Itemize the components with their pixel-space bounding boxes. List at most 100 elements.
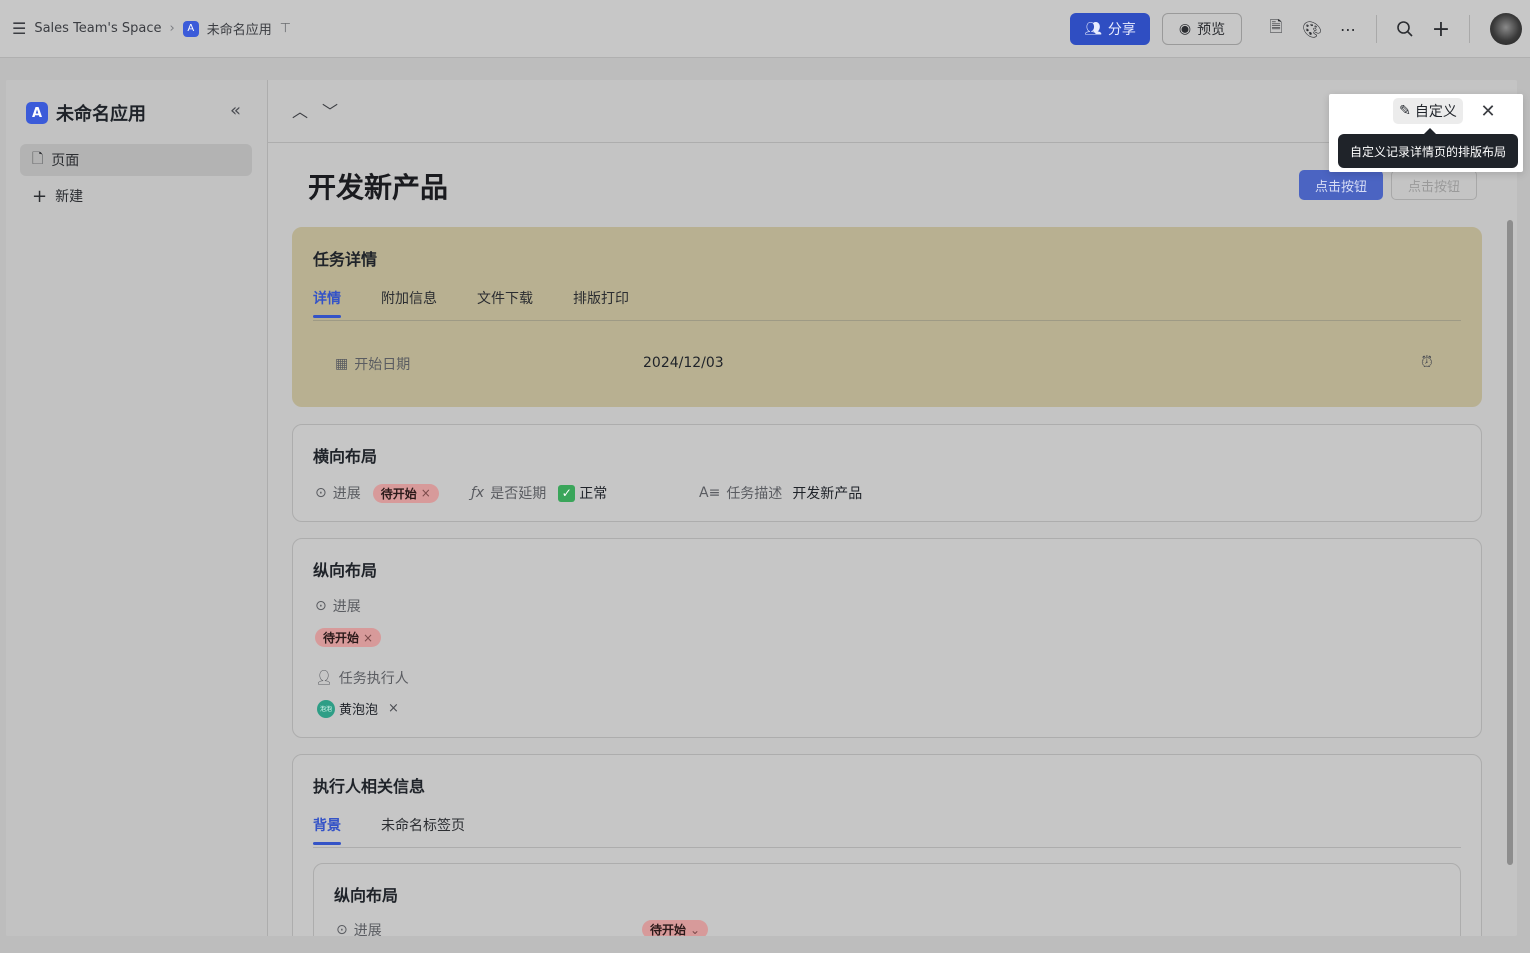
progress-label: 进展 bbox=[332, 599, 361, 615]
eye-icon: ◉ bbox=[1178, 21, 1192, 37]
edit-pencil-icon: ✎ bbox=[1399, 103, 1411, 119]
app-name-link[interactable]: 未命名应用 bbox=[207, 19, 272, 38]
status-tag-text: 待开始 bbox=[380, 486, 417, 501]
sidebar-item-label: 页面 bbox=[51, 153, 80, 169]
preview-label: 预览 bbox=[1197, 22, 1226, 38]
palette-icon[interactable]: 🎨︎ bbox=[1298, 15, 1326, 43]
task-tabs: 详情 附加信息 文件下载 排版打印 bbox=[313, 288, 629, 318]
tab-background[interactable]: 背景 bbox=[313, 815, 341, 845]
scrollbar[interactable] bbox=[1507, 220, 1513, 865]
top-bar: ☰ Sales Team's Space › A 未命名应用 ⊤ 👥︎ 分享 ◉… bbox=[0, 0, 1530, 58]
assignee-chip[interactable]: 泡泡 黄泡泡 × bbox=[317, 699, 399, 718]
progress-label: 进展 bbox=[353, 923, 382, 936]
sidebar-item-new[interactable]: + 新建 bbox=[20, 180, 252, 212]
executor-info-card: 执行人相关信息 背景 未命名标签页 纵向布局 ⊙ 进展 待开始 ⌄ bbox=[292, 754, 1482, 936]
status-tag-text: 待开始 bbox=[650, 923, 687, 936]
sidebar-item-pages[interactable]: 🗋 页面 bbox=[20, 144, 252, 176]
customize-popover: ✎ 自定义 ✕ 自定义记录详情页的排版布局 bbox=[1329, 94, 1523, 172]
app-logo-icon: A bbox=[182, 20, 199, 37]
sidebar-header: A 未命名应用 bbox=[6, 80, 267, 126]
status-tag[interactable]: 待开始 ⌄ bbox=[642, 920, 709, 937]
task-detail-card: 任务详情 详情 附加信息 文件下载 排版打印 ▦ 开始日期 2024/12/03… bbox=[292, 227, 1482, 407]
tab-print-layout[interactable]: 排版打印 bbox=[573, 288, 629, 318]
breadcrumb: ☰ Sales Team's Space › A 未命名应用 ⊤ bbox=[0, 19, 291, 38]
inner-vertical-card: 纵向布局 ⊙ 进展 待开始 ⌄ bbox=[313, 863, 1461, 936]
check-icon: ✓ bbox=[558, 484, 576, 502]
record-navigation: ︿ ﹀ bbox=[292, 98, 338, 122]
dropdown-icon[interactable]: ⌄ bbox=[690, 923, 700, 937]
progress-label: 进展 bbox=[332, 486, 361, 502]
action-button-secondary[interactable]: 点击按钮 bbox=[1391, 170, 1477, 200]
delay-value-text: 正常 bbox=[579, 486, 608, 502]
delay-label: 是否延期 bbox=[490, 486, 547, 502]
status-tag[interactable]: 待开始 × bbox=[315, 628, 382, 647]
outline-toggle-icon[interactable]: ☰ bbox=[12, 19, 26, 38]
remove-tag-icon[interactable]: × bbox=[363, 631, 373, 645]
vertical-layout-card: 纵向布局 ⊙ 进展 待开始 × 👤︎ 任务执行人 泡泡 黄泡泡 × bbox=[292, 538, 1482, 738]
alarm-clock-icon[interactable]: ⏰︎ bbox=[1421, 353, 1433, 371]
status-circle-icon: ⊙ bbox=[315, 598, 327, 614]
inner-card-title: 纵向布局 bbox=[334, 886, 399, 905]
assignee-avatar: 泡泡 bbox=[317, 699, 335, 718]
preview-button[interactable]: ◉ 预览 bbox=[1162, 13, 1242, 45]
search-icon[interactable] bbox=[1391, 15, 1419, 43]
start-date-field: ▦ 开始日期 bbox=[335, 354, 410, 374]
collapse-sidebar-icon[interactable]: « bbox=[230, 100, 241, 121]
status-circle-icon: ⊙ bbox=[336, 922, 348, 936]
status-tag-text: 待开始 bbox=[323, 631, 360, 645]
tab-unnamed[interactable]: 未命名标签页 bbox=[381, 815, 465, 845]
space-name-link[interactable]: Sales Team's Space bbox=[34, 21, 161, 36]
pin-icon[interactable]: ⊤ bbox=[280, 21, 291, 36]
assignee-name: 黄泡泡 bbox=[339, 703, 379, 718]
app-logo-icon: A bbox=[26, 102, 48, 124]
assignee-field: 👤︎ 任务执行人 bbox=[315, 668, 409, 688]
progress-field: ⊙ 进展 待开始 × bbox=[315, 483, 439, 503]
description-field: A≡ 任务描述 开发新产品 bbox=[699, 483, 862, 503]
close-icon[interactable]: ✕ bbox=[1475, 98, 1501, 124]
tab-divider bbox=[313, 847, 1461, 848]
tab-divider bbox=[313, 320, 1461, 321]
document-icon[interactable]: 🗎 bbox=[1262, 15, 1290, 43]
sidebar: A 未命名应用 « 🗋 页面 + 新建 bbox=[6, 80, 268, 936]
inner-progress-field: ⊙ 进展 bbox=[336, 920, 382, 936]
start-date-label: 开始日期 bbox=[354, 357, 411, 373]
text-field-icon: A≡ bbox=[699, 485, 721, 501]
executor-tabs: 背景 未命名标签页 bbox=[313, 815, 465, 845]
customize-tooltip: 自定义记录详情页的排版布局 bbox=[1338, 128, 1518, 168]
formula-icon: ƒx bbox=[471, 485, 485, 501]
share-label: 分享 bbox=[1107, 22, 1136, 38]
remove-assignee-icon[interactable]: × bbox=[388, 701, 399, 716]
page-icon: 🗋 bbox=[32, 151, 44, 167]
customize-button[interactable]: ✎ 自定义 bbox=[1393, 98, 1463, 124]
progress-field: ⊙ 进展 bbox=[315, 596, 361, 616]
description-label: 任务描述 bbox=[726, 486, 783, 502]
action-button-primary[interactable]: 点击按钮 bbox=[1299, 170, 1383, 200]
plus-icon: + bbox=[32, 185, 48, 207]
toolbar-divider bbox=[1469, 15, 1470, 43]
delay-field: ƒx 是否延期 ✓ 正常 bbox=[471, 483, 607, 503]
chevron-up-icon[interactable]: ︿ bbox=[292, 98, 308, 122]
user-avatar[interactable] bbox=[1490, 13, 1522, 45]
start-date-value[interactable]: 2024/12/03 bbox=[643, 355, 724, 371]
tab-file-download[interactable]: 文件下载 bbox=[477, 288, 533, 318]
more-icon[interactable]: ⋯ bbox=[1334, 15, 1362, 43]
add-icon[interactable]: + bbox=[1427, 15, 1455, 43]
delay-value: ✓ 正常 bbox=[558, 483, 607, 503]
card-title: 纵向布局 bbox=[313, 561, 378, 580]
card-title: 执行人相关信息 bbox=[313, 777, 426, 796]
sidebar-app-title: 未命名应用 bbox=[56, 104, 146, 125]
remove-tag-icon[interactable]: × bbox=[421, 486, 431, 500]
chevron-down-icon[interactable]: ﹀ bbox=[322, 98, 338, 122]
sidebar-item-label: 新建 bbox=[55, 189, 84, 205]
card-title: 任务详情 bbox=[313, 250, 378, 269]
record-detail: ︿ ﹀ 开发新产品 点击按钮 点击按钮 任务详情 详情 附加信息 文件下载 排版… bbox=[268, 80, 1517, 936]
breadcrumb-chevron-icon: › bbox=[169, 21, 175, 36]
toolbar-divider bbox=[1376, 15, 1377, 43]
horizontal-layout-card: 横向布局 ⊙ 进展 待开始 × ƒx 是否延期 ✓ 正常 A≡ 任务描述 开发新… bbox=[292, 424, 1482, 522]
status-tag[interactable]: 待开始 × bbox=[372, 483, 439, 503]
tab-details[interactable]: 详情 bbox=[313, 288, 341, 318]
tab-additional-info[interactable]: 附加信息 bbox=[381, 288, 437, 318]
calendar-icon: ▦ bbox=[335, 356, 349, 372]
share-button[interactable]: 👥︎ 分享 bbox=[1070, 13, 1150, 45]
description-value[interactable]: 开发新产品 bbox=[792, 483, 862, 503]
